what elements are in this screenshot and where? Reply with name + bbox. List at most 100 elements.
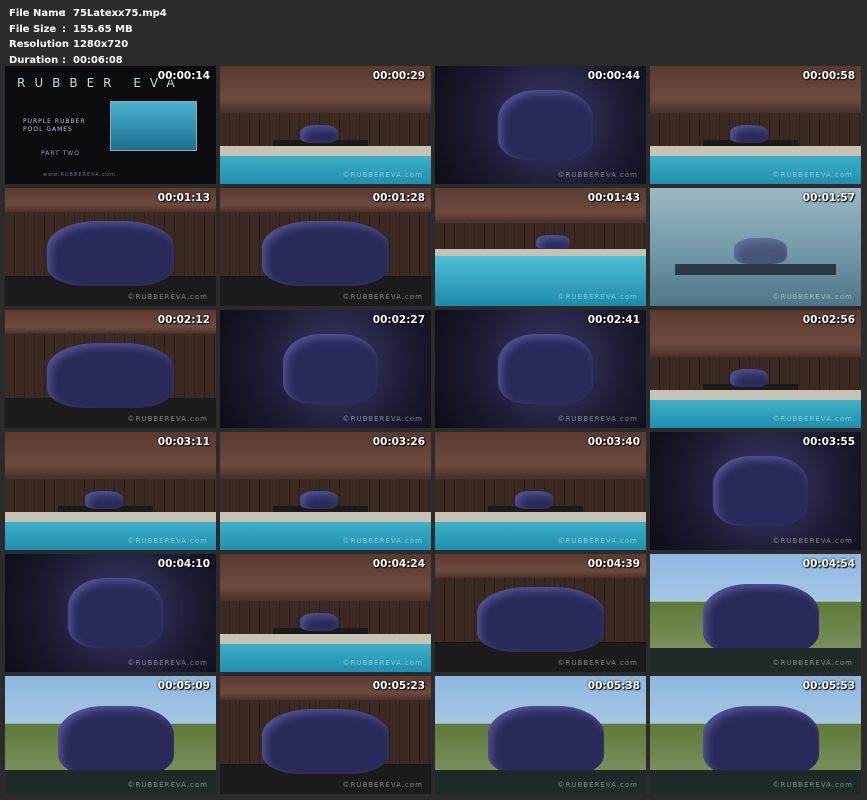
file-info-label: Resolution xyxy=(9,39,70,51)
figure xyxy=(262,709,389,774)
intro-preview-image xyxy=(110,101,197,151)
file-info-separator: : xyxy=(62,8,66,19)
intro-line: PART TWO xyxy=(41,150,80,157)
timestamp-label: 00:05:09 xyxy=(157,680,210,692)
thumbnail-frame[interactable]: 00:01:13 ©RUBBEREVA.com xyxy=(5,188,216,306)
figure xyxy=(734,237,788,264)
thumbnail-frame[interactable]: 00:04:54 ©RUBBEREVA.com xyxy=(650,554,861,672)
figure xyxy=(85,491,124,509)
thumbnail-frame[interactable]: 00:03:26 ©RUBBEREVA.com xyxy=(220,432,431,550)
thumbnail-frame[interactable]: 00:05:53 ©RUBBEREVA.com xyxy=(650,676,861,794)
thumbnail-frame[interactable]: 00:03:55 ©RUBBEREVA.com xyxy=(650,432,861,550)
watermark: ©RUBBEREVA.com xyxy=(342,659,423,667)
figure xyxy=(47,343,174,408)
timestamp-label: 00:05:38 xyxy=(587,680,640,692)
figure xyxy=(702,705,819,777)
watermark: ©RUBBEREVA.com xyxy=(557,659,638,667)
deck xyxy=(220,146,431,156)
thumbnail-frame[interactable]: 00:04:24 ©RUBBEREVA.com xyxy=(220,554,431,672)
watermark: ©RUBBEREVA.com xyxy=(127,781,208,789)
timestamp-label: 00:02:12 xyxy=(157,314,210,326)
file-info-separator: : xyxy=(62,23,66,35)
thumbnail-frame[interactable]: 00:02:12 ©RUBBEREVA.com xyxy=(5,310,216,428)
thumbnail-frame[interactable]: 00:01:43 ©RUBBEREVA.com xyxy=(435,188,646,306)
file-info-value: 155.65 MB xyxy=(73,23,133,35)
intro-url: www.RUBBEREVA.com xyxy=(43,172,116,178)
thumbnail-frame[interactable]: 00:00:29 ©RUBBEREVA.com xyxy=(220,66,431,184)
thumbnail-frame[interactable]: 00:02:27 ©RUBBEREVA.com xyxy=(220,310,431,428)
timestamp-label: 00:02:27 xyxy=(372,314,425,326)
figure xyxy=(57,705,174,777)
mat xyxy=(675,263,836,276)
file-info-panel: File Name : 75Latexx75.mp4 File Size : 1… xyxy=(9,6,167,68)
timestamp-label: 00:03:55 xyxy=(802,436,855,448)
timestamp-label: 00:00:44 xyxy=(587,70,640,82)
thumbnail-frame[interactable]: 00:03:11 ©RUBBEREVA.com xyxy=(5,432,216,550)
figure xyxy=(515,491,554,509)
watermark: ©RUBBEREVA.com xyxy=(557,781,638,789)
timestamp-label: 00:01:57 xyxy=(802,192,855,204)
thumbnail-frame[interactable]: 00:02:41 ©RUBBEREVA.com xyxy=(435,310,646,428)
watermark: ©RUBBEREVA.com xyxy=(557,293,638,301)
timestamp-label: 00:03:26 xyxy=(372,436,425,448)
timestamp-label: 00:05:23 xyxy=(372,680,425,692)
watermark: ©RUBBEREVA.com xyxy=(772,171,853,179)
pool-water xyxy=(650,399,861,428)
pool-water xyxy=(220,643,431,672)
file-info-label: File Size xyxy=(9,23,57,35)
pool-water xyxy=(650,155,861,184)
figure xyxy=(487,705,604,777)
figure xyxy=(68,577,164,649)
thumbnail-frame[interactable]: 00:05:09 ©RUBBEREVA.com xyxy=(5,676,216,794)
timestamp-label: 00:01:43 xyxy=(587,192,640,204)
thumbnail-frame[interactable]: 00:02:56 ©RUBBEREVA.com xyxy=(650,310,861,428)
pool-water xyxy=(220,521,431,550)
thumbnail-frame[interactable]: 00:00:58 ©RUBBEREVA.com xyxy=(650,66,861,184)
thumbnail-frame[interactable]: 00:04:39 ©RUBBEREVA.com xyxy=(435,554,646,672)
pool-water xyxy=(220,155,431,184)
timestamp-label: 00:00:14 xyxy=(157,70,210,82)
deck xyxy=(220,512,431,522)
thumbnail-frame[interactable]: 00:01:28 ©RUBBEREVA.com xyxy=(220,188,431,306)
watermark: ©RUBBEREVA.com xyxy=(342,537,423,545)
timestamp-label: 00:02:56 xyxy=(802,314,855,326)
figure xyxy=(47,221,174,286)
intro-line: PURPLE RUBBER xyxy=(23,118,86,125)
thumbnail-frame[interactable]: 00:05:23 ©RUBBEREVA.com xyxy=(220,676,431,794)
watermark: ©RUBBEREVA.com xyxy=(772,537,853,545)
figure xyxy=(300,613,339,631)
file-info-label: File Name xyxy=(9,8,66,19)
figure xyxy=(730,125,769,143)
timestamp-label: 00:03:40 xyxy=(587,436,640,448)
watermark: ©RUBBEREVA.com xyxy=(127,537,208,545)
deck xyxy=(220,634,431,644)
watermark: ©RUBBEREVA.com xyxy=(557,415,638,423)
thumbnail-frame[interactable]: 00:01:57 ©RUBBEREVA.com xyxy=(650,188,861,306)
watermark: ©RUBBEREVA.com xyxy=(127,415,208,423)
timestamp-label: 00:00:58 xyxy=(802,70,855,82)
deck xyxy=(5,512,216,522)
watermark: ©RUBBEREVA.com xyxy=(772,659,853,667)
figure xyxy=(300,125,339,143)
thumbnail-frame[interactable]: 00:04:10 ©RUBBEREVA.com xyxy=(5,554,216,672)
thumbnail-frame[interactable]: 00:03:40 ©RUBBEREVA.com xyxy=(435,432,646,550)
deck xyxy=(650,146,861,156)
watermark: ©RUBBEREVA.com xyxy=(772,415,853,423)
timestamp-label: 00:02:41 xyxy=(587,314,640,326)
deck xyxy=(650,390,861,400)
figure xyxy=(262,221,389,286)
timestamp-label: 00:01:13 xyxy=(157,192,210,204)
watermark: ©RUBBEREVA.com xyxy=(342,171,423,179)
timestamp-label: 00:04:54 xyxy=(802,558,855,570)
thumbnail-frame[interactable]: 00:05:38 ©RUBBEREVA.com xyxy=(435,676,646,794)
figure xyxy=(536,235,571,250)
thumbnail-frame[interactable]: 00:00:44 ©RUBBEREVA.com xyxy=(435,66,646,184)
watermark: ©RUBBEREVA.com xyxy=(342,781,423,789)
figure xyxy=(477,587,604,652)
thumbnail-frame[interactable]: RUBBER EVA PURPLE RUBBER POOL GAMES PART TW… xyxy=(5,66,216,184)
timestamp-label: 00:05:53 xyxy=(802,680,855,692)
figure xyxy=(498,333,594,405)
watermark: ©RUBBEREVA.com xyxy=(557,537,638,545)
thumbnail-grid: RUBBER EVA PURPLE RUBBER POOL GAMES PART TW… xyxy=(5,66,861,794)
watermark: ©RUBBEREVA.com xyxy=(342,293,423,301)
